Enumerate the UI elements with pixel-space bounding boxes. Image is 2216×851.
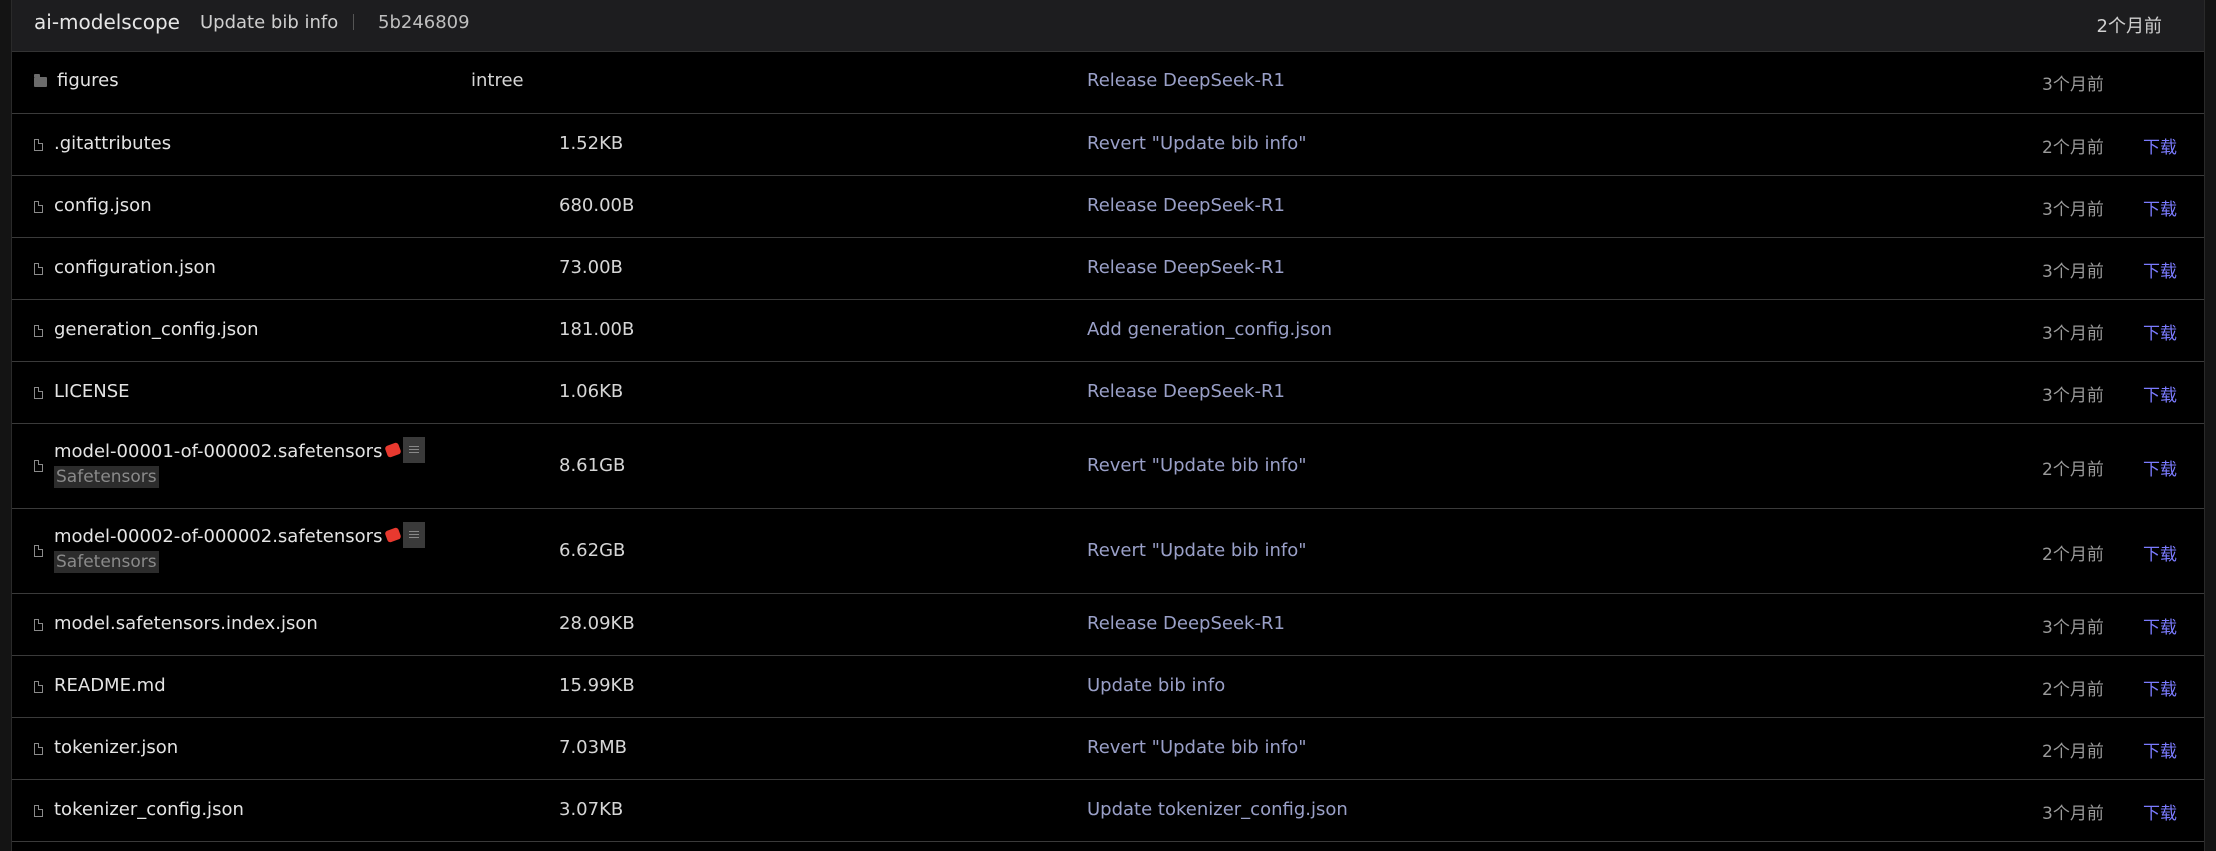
file-size: 6.62GB: [559, 540, 626, 561]
download-link[interactable]: 下载: [2143, 675, 2177, 700]
commit-message-link[interactable]: Revert "Update bib info": [1087, 455, 1306, 476]
file-icon: [34, 460, 43, 472]
file-size: 1.52KB: [559, 133, 624, 154]
commit-hash[interactable]: 5b246809: [378, 12, 470, 33]
file-size: 7.03MB: [559, 737, 627, 758]
download-link[interactable]: 下载: [2143, 381, 2177, 406]
commit-message-link[interactable]: Release DeepSeek-R1: [1087, 381, 1285, 402]
file-icon: [34, 681, 43, 693]
format-tag: Safetensors: [54, 466, 159, 488]
file-name-with-badges: model-00001-of-000002.safetensors: [54, 437, 426, 465]
safetensors-badge-icon: [384, 526, 403, 544]
commit-message-link[interactable]: Add generation_config.json: [1087, 319, 1332, 340]
file-size: 181.00B: [559, 319, 635, 340]
table-row[interactable]: model.safetensors.index.json 28.09KB Rel…: [12, 594, 2204, 656]
file-size: 73.00B: [559, 257, 623, 278]
file-name[interactable]: config.json: [54, 195, 152, 216]
commit-message-link[interactable]: Update bib info: [1087, 675, 1225, 696]
file-name[interactable]: .gitattributes: [54, 133, 171, 154]
latest-commit-bar: ai-modelscope Update bib info 5b246809 2…: [12, 0, 2204, 52]
file-icon: [34, 545, 43, 557]
commit-date: 2个月前: [2042, 680, 2104, 700]
table-row[interactable]: LICENSE 1.06KB Release DeepSeek-R1 3个月前 …: [12, 362, 2204, 424]
commit-message-link[interactable]: Update tokenizer_config.json: [1087, 799, 1348, 820]
download-link[interactable]: 下载: [2143, 455, 2177, 480]
download-link[interactable]: 下载: [2143, 613, 2177, 638]
file-size: 680.00B: [559, 195, 635, 216]
file-list-panel: ai-modelscope Update bib info 5b246809 2…: [11, 0, 2205, 851]
file-icon: [34, 619, 43, 631]
commit-message-link[interactable]: Release DeepSeek-R1: [1087, 613, 1285, 634]
file-name[interactable]: model.safetensors.index.json: [54, 613, 318, 634]
commit-time: 2个月前: [2096, 16, 2162, 37]
table-row[interactable]: model-00002-of-000002.safetensors Safete…: [12, 509, 2204, 594]
download-link[interactable]: 下载: [2143, 133, 2177, 158]
download-link[interactable]: 下载: [2143, 319, 2177, 344]
table-row[interactable]: generation_config.json 181.00B Add gener…: [12, 300, 2204, 362]
commit-date: 3个月前: [2042, 324, 2104, 344]
download-link[interactable]: 下载: [2143, 737, 2177, 762]
file-size: 15.99KB: [559, 675, 635, 696]
commit-message-link[interactable]: Release DeepSeek-R1: [1087, 195, 1285, 216]
safetensors-badge-icon: [384, 441, 403, 459]
commit-date: 3个月前: [2042, 386, 2104, 406]
file-size: 1.06KB: [559, 381, 624, 402]
file-size: 3.07KB: [559, 799, 624, 820]
file-icon: [34, 387, 43, 399]
download-link[interactable]: 下载: [2143, 257, 2177, 282]
commit-message-link[interactable]: Release DeepSeek-R1: [1087, 257, 1285, 278]
file-icon: [34, 805, 43, 817]
table-row[interactable]: README.md 15.99KB Update bib info 2个月前 下…: [12, 656, 2204, 718]
commit-message-link[interactable]: Revert "Update bib info": [1087, 737, 1306, 758]
file-name[interactable]: tokenizer_config.json: [54, 799, 244, 820]
download-link[interactable]: 下载: [2143, 799, 2177, 824]
file-name[interactable]: figures: [57, 70, 119, 91]
file-name[interactable]: README.md: [54, 675, 166, 696]
commit-date: 3个月前: [2042, 804, 2104, 824]
file-icon: [34, 201, 43, 213]
table-row[interactable]: figures intree Release DeepSeek-R1 3个月前: [12, 52, 2204, 114]
file-name[interactable]: tokenizer.json: [54, 737, 178, 758]
commit-date: 3个月前: [2042, 200, 2104, 220]
divider: [353, 14, 354, 30]
commit-date: 3个月前: [2042, 75, 2104, 95]
file-icon: [34, 743, 43, 755]
file-name[interactable]: model-00002-of-000002.safetensors: [54, 526, 382, 547]
file-name[interactable]: configuration.json: [54, 257, 216, 278]
document-icon: [403, 437, 426, 463]
file-icon: [34, 325, 43, 337]
file-name-with-badges: model-00002-of-000002.safetensors: [54, 522, 426, 550]
file-name[interactable]: LICENSE: [54, 381, 130, 402]
file-icon: [34, 263, 43, 275]
table-row[interactable]: config.json 680.00B Release DeepSeek-R1 …: [12, 176, 2204, 238]
file-size: 28.09KB: [559, 613, 635, 634]
commit-date: 3个月前: [2042, 618, 2104, 638]
table-row[interactable]: tokenizer.json 7.03MB Revert "Update bib…: [12, 718, 2204, 780]
commit-message-link[interactable]: Revert "Update bib info": [1087, 540, 1306, 561]
table-row[interactable]: model-00001-of-000002.safetensors Safete…: [12, 424, 2204, 509]
file-name[interactable]: generation_config.json: [54, 319, 259, 340]
download-link[interactable]: 下载: [2143, 195, 2177, 220]
document-icon: [403, 522, 426, 548]
commit-date: 2个月前: [2042, 138, 2104, 158]
commit-date: 2个月前: [2042, 460, 2104, 480]
format-tag: Safetensors: [54, 551, 159, 573]
commit-message-link[interactable]: Revert "Update bib info": [1087, 133, 1306, 154]
commit-message[interactable]: Update bib info: [200, 12, 338, 33]
table-row[interactable]: .gitattributes 1.52KB Revert "Update bib…: [12, 114, 2204, 176]
file-icon: [34, 139, 43, 151]
download-link[interactable]: 下载: [2143, 540, 2177, 565]
commit-message-link[interactable]: Release DeepSeek-R1: [1087, 70, 1285, 91]
folder-icon: [34, 74, 47, 87]
commit-date: 2个月前: [2042, 545, 2104, 565]
file-name[interactable]: model-00001-of-000002.safetensors: [54, 441, 382, 462]
file-size: 8.61GB: [559, 455, 626, 476]
commit-date: 2个月前: [2042, 742, 2104, 762]
commit-author[interactable]: ai-modelscope: [34, 10, 180, 34]
commit-date: 3个月前: [2042, 262, 2104, 282]
table-row[interactable]: configuration.json 73.00B Release DeepSe…: [12, 238, 2204, 300]
table-row[interactable]: tokenizer_config.json 3.07KB Update toke…: [12, 780, 2204, 842]
folder-intree-label: intree: [471, 70, 524, 91]
